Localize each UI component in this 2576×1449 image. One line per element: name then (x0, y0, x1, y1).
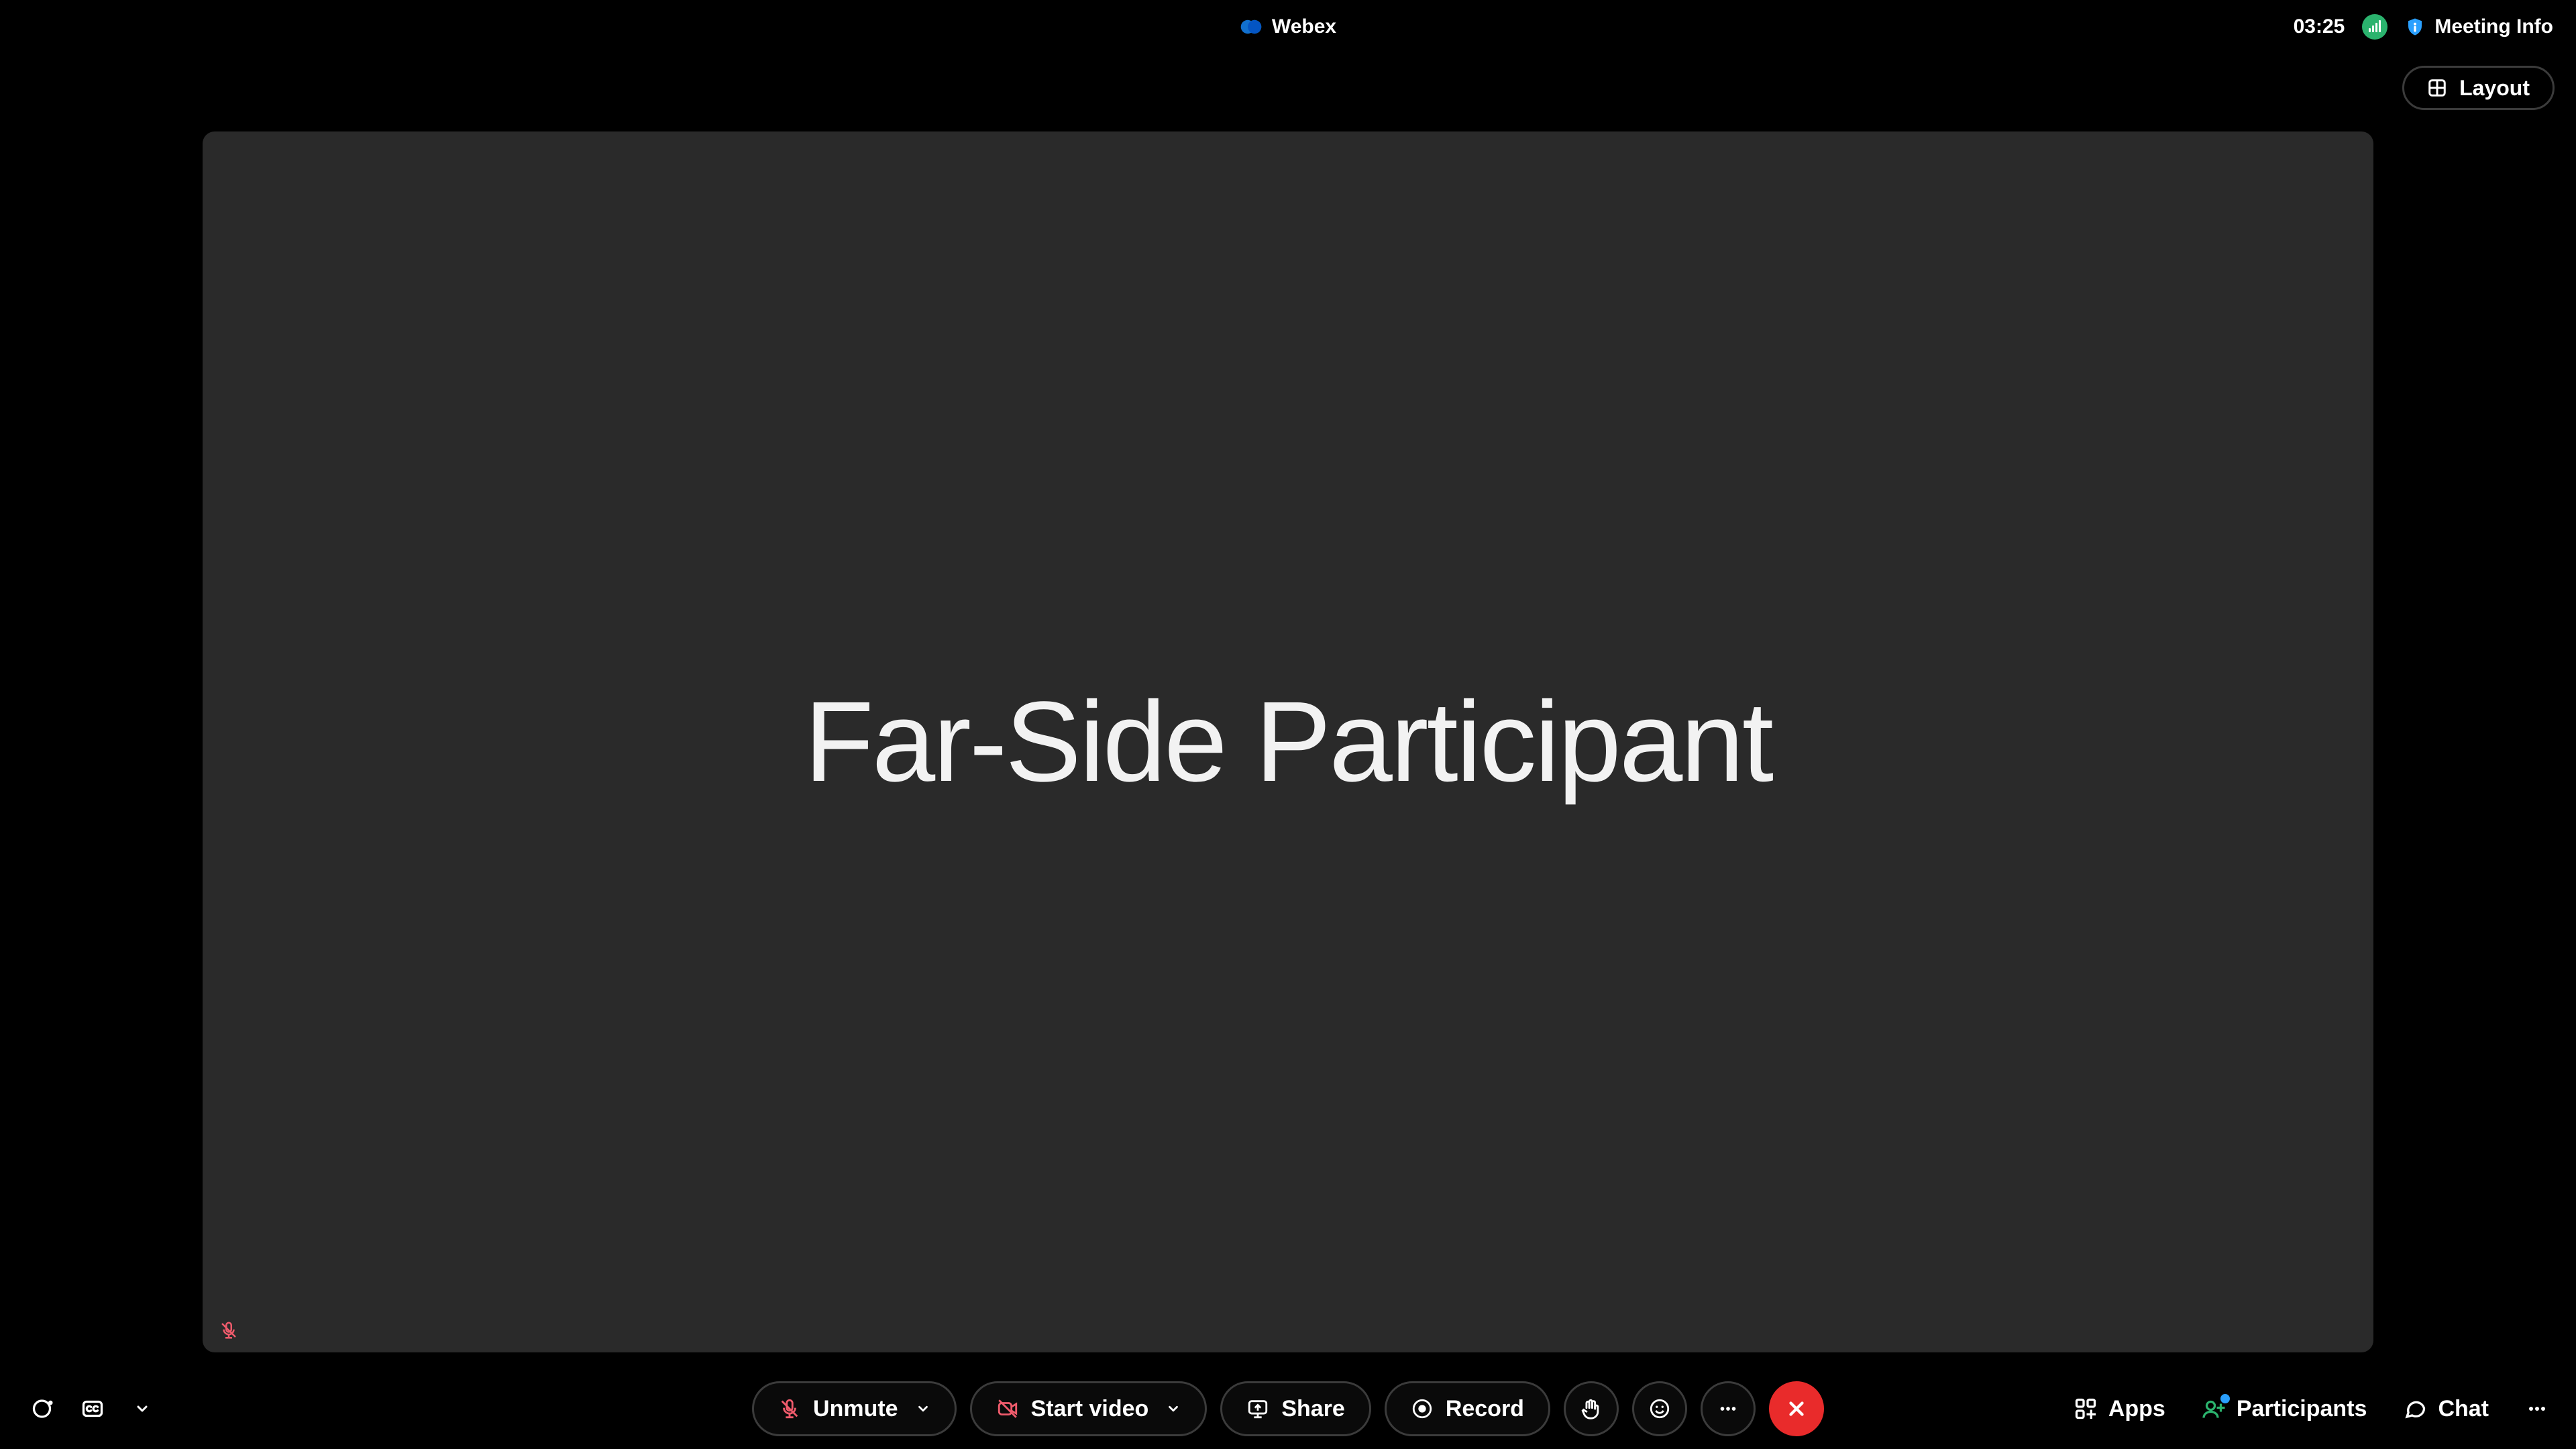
chat-icon (2403, 1397, 2427, 1421)
participants-icon (2202, 1397, 2226, 1421)
shield-info-icon (2405, 17, 2425, 37)
captions-menu-caret[interactable] (126, 1393, 158, 1425)
meeting-info-label: Meeting Info (2434, 15, 2553, 38)
layout-label: Layout (2459, 76, 2530, 101)
elapsed-time: 03:25 (2294, 15, 2345, 38)
end-call-button[interactable] (1769, 1381, 1824, 1436)
unmute-label: Unmute (813, 1396, 898, 1422)
participant-muted-badge (219, 1320, 239, 1340)
record-button[interactable]: Record (1385, 1381, 1550, 1436)
network-quality-indicator[interactable] (2362, 14, 2387, 40)
reactions-button[interactable] (1632, 1381, 1687, 1436)
raise-hand-button[interactable] (1564, 1381, 1619, 1436)
apps-label: Apps (2108, 1396, 2165, 1422)
participant-name: Far-Side Participant (804, 676, 1772, 808)
webex-logo (1240, 15, 1263, 38)
record-icon (1411, 1397, 1434, 1420)
bottom-bar: Unmute Start video (0, 1368, 2576, 1449)
chat-button[interactable]: Chat (2403, 1396, 2489, 1422)
chat-label: Chat (2438, 1396, 2489, 1422)
participants-button[interactable]: Participants (2202, 1396, 2367, 1422)
start-video-label: Start video (1031, 1396, 1149, 1422)
share-screen-icon (1246, 1397, 1269, 1420)
ellipsis-icon (1717, 1397, 1739, 1420)
audio-options-caret[interactable] (916, 1401, 930, 1416)
smiley-icon (1648, 1397, 1671, 1420)
camera-off-icon (996, 1397, 1019, 1420)
top-bar-title-area: Webex (627, 15, 1949, 38)
closed-captions-button[interactable] (76, 1393, 109, 1425)
more-panel-options-button[interactable] (2525, 1397, 2549, 1421)
apps-button[interactable]: Apps (2074, 1396, 2165, 1422)
self-view-toggle[interactable] (27, 1393, 59, 1425)
unmute-button[interactable]: Unmute (752, 1381, 957, 1436)
raise-hand-icon (1580, 1397, 1603, 1420)
share-button[interactable]: Share (1220, 1381, 1371, 1436)
close-icon (1785, 1397, 1808, 1420)
microphone-off-icon (778, 1397, 801, 1420)
app-name: Webex (1272, 15, 1336, 38)
record-label: Record (1446, 1396, 1524, 1422)
apps-icon (2074, 1397, 2098, 1421)
meeting-info-button[interactable]: Meeting Info (2405, 15, 2553, 38)
participants-label: Participants (2237, 1396, 2367, 1422)
layout-button[interactable]: Layout (2402, 66, 2555, 110)
ellipsis-icon (2525, 1397, 2549, 1421)
top-bar: Webex 03:25 Meeting Info (0, 0, 2576, 54)
share-label: Share (1281, 1396, 1345, 1422)
main-video-tile[interactable]: Far-Side Participant (203, 131, 2373, 1352)
more-options-button[interactable] (1701, 1381, 1756, 1436)
video-options-caret[interactable] (1166, 1401, 1181, 1416)
layout-grid-icon (2427, 78, 2447, 98)
start-video-button[interactable]: Start video (970, 1381, 1208, 1436)
